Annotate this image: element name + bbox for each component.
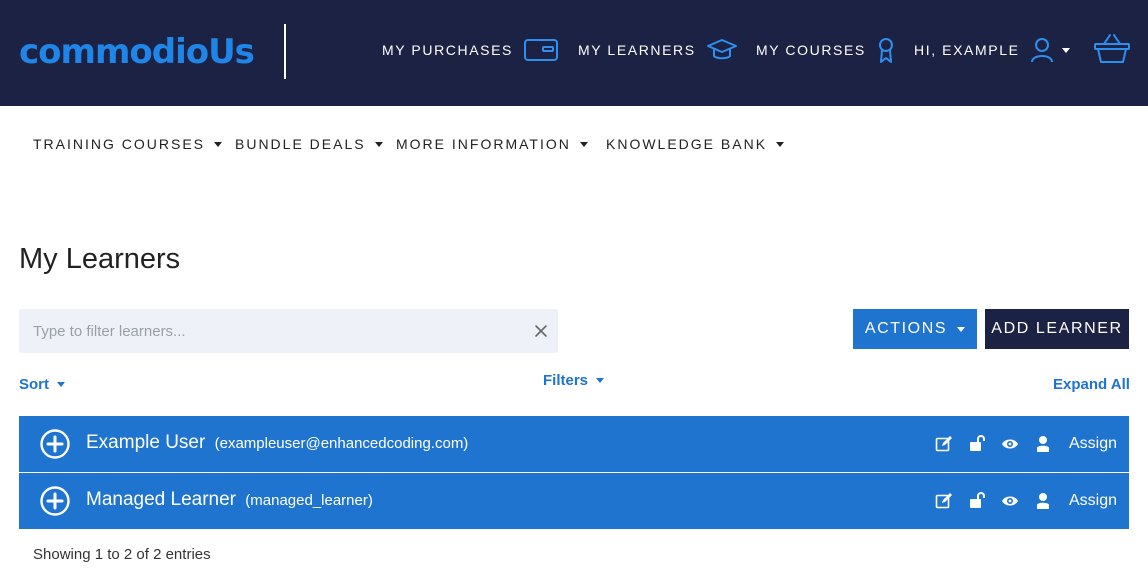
user-solid-icon[interactable] [1034, 492, 1052, 510]
logo-divider [284, 24, 286, 79]
chevron-down-icon [374, 141, 383, 147]
eye-icon[interactable] [1001, 435, 1019, 453]
learner-id: (managed_learner) [245, 492, 373, 509]
nav-user-label: HI, EXAMPLE [914, 42, 1020, 58]
filters-dropdown[interactable]: Filters [543, 372, 605, 389]
learner-row[interactable]: Managed Learner (managed_learner) Assign [19, 473, 1129, 529]
graduation-cap-icon [706, 39, 737, 60]
row-actions: Assign [920, 416, 1117, 472]
assign-button[interactable]: Assign [1069, 492, 1117, 510]
edit-icon[interactable] [935, 435, 953, 453]
secondary-nav: TRAINING COURSES BUNDLE DEALS MORE INFOR… [0, 106, 1148, 182]
basket-icon [1094, 34, 1130, 63]
sort-dropdown[interactable]: Sort [19, 376, 65, 393]
actions-button-label: ACTIONS [864, 320, 948, 337]
row-actions: Assign [920, 473, 1117, 529]
chevron-down-icon [214, 141, 223, 147]
learner-name-wrap: Managed Learner (managed_learner) [86, 489, 373, 511]
nav-my-learners[interactable]: MY LEARNERS [578, 34, 738, 66]
brand-logo[interactable]: commodioUs [19, 30, 255, 74]
subnav-knowledge-bank[interactable]: KNOWLEDGE BANK [606, 136, 785, 152]
entries-info: Showing 1 to 2 of 2 entries [33, 546, 211, 563]
eye-icon[interactable] [1001, 492, 1019, 510]
edit-icon[interactable] [935, 492, 953, 510]
nav-user-menu[interactable]: HI, EXAMPLE [914, 34, 1070, 66]
learner-name-wrap: Example User (exampleuser@enhancedcoding… [86, 432, 468, 454]
subnav-training-courses[interactable]: TRAINING COURSES [33, 136, 223, 152]
nav-my-learners-label: MY LEARNERS [578, 42, 696, 58]
wallet-icon [523, 39, 558, 61]
close-icon[interactable] [533, 323, 549, 339]
nav-my-courses[interactable]: MY COURSES [756, 34, 896, 66]
assign-button[interactable]: Assign [1069, 435, 1117, 453]
plus-circle-icon[interactable] [40, 486, 70, 516]
nav-my-courses-label: MY COURSES [756, 42, 866, 58]
filter-box [19, 309, 558, 353]
unlock-icon[interactable] [968, 492, 986, 510]
nav-my-purchases[interactable]: MY PURCHASES [382, 34, 559, 66]
top-navbar: commodioUs MY PURCHASES MY LEARNERS MY C… [0, 0, 1148, 106]
learner-filter-input[interactable] [19, 309, 519, 353]
subnav-more-information-label: MORE INFORMATION [396, 136, 571, 152]
subnav-bundle-deals[interactable]: BUNDLE DEALS [235, 136, 383, 152]
plus-circle-icon[interactable] [40, 429, 70, 459]
subnav-knowledge-bank-label: KNOWLEDGE BANK [606, 136, 768, 152]
cart-button[interactable] [1093, 32, 1131, 71]
subnav-training-courses-label: TRAINING COURSES [33, 136, 206, 152]
chevron-down-icon [957, 326, 966, 332]
learner-id: (exampleuser@enhancedcoding.com) [214, 435, 469, 452]
chevron-down-icon [596, 378, 605, 383]
learner-row[interactable]: Example User (exampleuser@enhancedcoding… [19, 416, 1129, 472]
user-icon [1030, 38, 1053, 63]
award-ribbon-icon [878, 38, 893, 63]
chevron-down-icon [776, 141, 785, 147]
subnav-more-information[interactable]: MORE INFORMATION [396, 136, 588, 152]
actions-button[interactable]: ACTIONS [853, 309, 977, 349]
sort-label: Sort [19, 376, 49, 393]
nav-my-purchases-label: MY PURCHASES [382, 42, 513, 58]
chevron-down-icon [57, 382, 65, 387]
chevron-down-icon [579, 141, 588, 147]
filters-label: Filters [543, 372, 589, 389]
add-learner-button[interactable]: ADD LEARNER [985, 309, 1129, 349]
chevron-down-icon [1061, 47, 1070, 53]
user-solid-icon[interactable] [1034, 435, 1052, 453]
expand-all-link[interactable]: Expand All [1053, 376, 1130, 393]
learner-name: Example User [86, 432, 206, 453]
unlock-icon[interactable] [968, 435, 986, 453]
page-title: My Learners [19, 243, 181, 275]
learner-name: Managed Learner [86, 489, 236, 510]
subnav-bundle-deals-label: BUNDLE DEALS [235, 136, 366, 152]
